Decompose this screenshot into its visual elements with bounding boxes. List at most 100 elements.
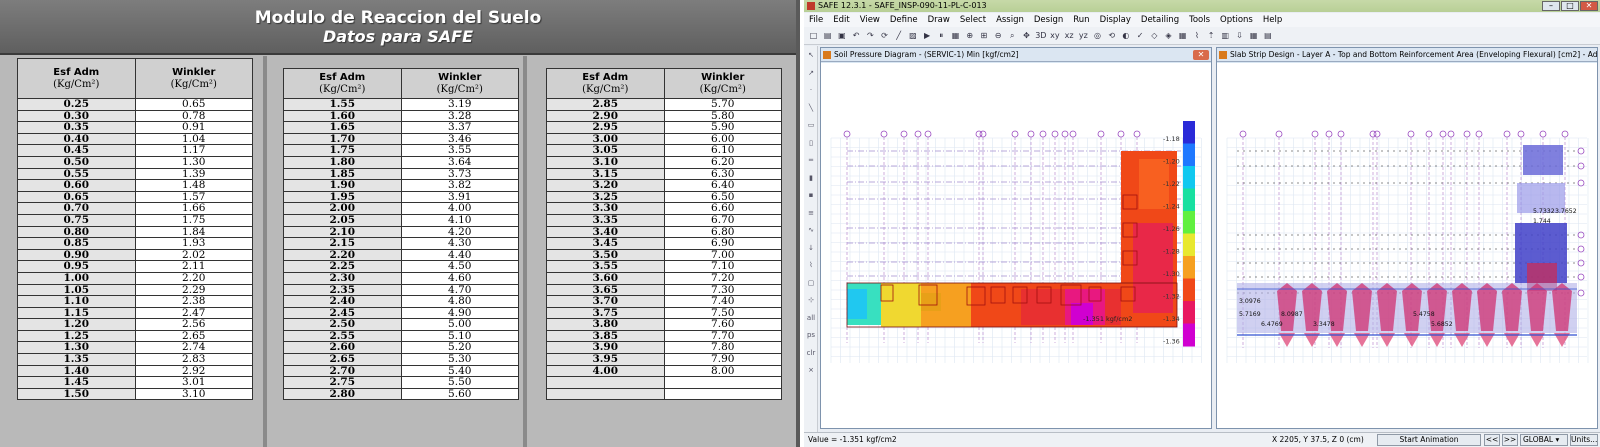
start-animation-button[interactable]: Start Animation [1377,434,1481,446]
esf-adm-cell: 3.45 [546,237,665,250]
draw-spring-icon[interactable]: ⌇ [806,260,816,270]
3d-view-icon[interactable]: 3D [1035,30,1046,41]
minimize-button[interactable]: – [1542,1,1560,11]
zoom-prev-icon[interactable]: ⌕ [1007,30,1018,41]
menu-run[interactable]: Run [1068,13,1094,27]
table-row: 3.60 7.20 [546,271,782,285]
run-icon[interactable]: ▶ [922,30,933,41]
slab-strip-canvas[interactable]: 5.7332 1.744 3.7652 3.0976 5.7169 8.0987 6.476… [1217,63,1597,428]
select-previous-icon[interactable]: ps [806,330,816,340]
winkler-cell: 4.00 [400,202,519,215]
object-icon[interactable]: ◇ [1149,30,1160,41]
display-icon[interactable]: ◐ [1120,30,1131,41]
close-button[interactable]: ✕ [1580,1,1598,11]
reaction-icon[interactable]: ⇩ [1234,30,1245,41]
deformed-icon[interactable]: ⌇ [1191,30,1202,41]
draw-point-icon[interactable]: · [806,85,816,95]
coordinate-system-select[interactable]: GLOBAL ▾ [1520,434,1568,446]
redo-icon[interactable]: ↷ [865,30,876,41]
run-model-icon[interactable]: ▦ [950,30,961,41]
xy-view-icon[interactable]: xy [1049,30,1060,41]
draw-opening-icon[interactable]: ▢ [806,278,816,288]
winkler-cell: 1.17 [134,144,253,157]
force-icon[interactable]: ⇡ [1206,30,1217,41]
esf-adm-header: Esf Adm (Kg/Cm²) [546,68,665,99]
grid-bubble [1577,245,1585,253]
menu-help[interactable]: Help [1258,13,1287,27]
lock-icon[interactable]: ▨ [907,30,918,41]
draw-icon[interactable]: ╱ [893,30,904,41]
zoom-in-icon[interactable]: ⊕ [964,30,975,41]
menu-draw[interactable]: Draw [923,13,955,27]
shadow-icon[interactable]: ◈ [1163,30,1174,41]
previous-button[interactable]: << [1484,434,1500,446]
pressure-contour [846,151,1178,328]
soil-pressure-pane[interactable]: Soil Pressure Diagram - (SERVIC-1) Min [… [820,47,1212,429]
menu-select[interactable]: Select [955,13,991,27]
menu-edit[interactable]: Edit [828,13,854,27]
menu-assign[interactable]: Assign [991,13,1029,27]
snap-icon[interactable]: ⊹ [806,295,816,305]
menu-tools[interactable]: Tools [1184,13,1215,27]
check-icon[interactable]: ✓ [1135,30,1146,41]
menu-display[interactable]: Display [1095,13,1136,27]
undo-icon[interactable]: ↶ [851,30,862,41]
slab-strip-diagram[interactable]: 5.7332 1.744 3.7652 3.0976 5.7169 8.0987 6.476… [1217,63,1597,428]
menu-design[interactable]: Design [1029,13,1068,27]
point-value-label: -1.351 kgf/cm2 [1083,315,1132,323]
select-intersect-icon[interactable]: ⨯ [806,365,816,375]
perspective-icon[interactable]: ◎ [1092,30,1103,41]
soil-pressure-diagram[interactable]: -1.351 kgf/cm2 -1.18 -1.20 -1.22 -1.24 -1.26 -… [821,63,1211,428]
refresh-icon[interactable]: ⟳ [879,30,890,41]
draw-slab-icon[interactable]: ▯ [806,138,816,148]
rotate-icon[interactable]: ⟲ [1106,30,1117,41]
menu-detailing[interactable]: Detailing [1136,13,1184,27]
draw-line-icon[interactable]: ╲ [806,103,816,113]
xz-view-icon[interactable]: xz [1064,30,1075,41]
winkler-cell: 5.80 [663,109,782,123]
grid-icon[interactable]: ▦ [1177,30,1188,41]
save-icon[interactable]: ▣ [836,30,847,41]
zoom-window-icon[interactable]: ⊞ [978,30,989,41]
draw-load-icon[interactable]: ↓ [806,243,816,253]
pause-icon[interactable]: ⏸ [936,30,947,41]
pane-close-button[interactable]: ✕ [1193,50,1209,60]
esf-adm-cell: 1.05 [17,283,136,297]
table-row: 3.05 6.10 [546,144,782,157]
draw-tendon-icon[interactable]: ∿ [806,225,816,235]
table-icon[interactable]: ▦ [1248,30,1259,41]
esf-adm-cell: 2.40 [283,295,402,308]
esf-adm-cell: 2.35 [283,283,402,297]
menu-file[interactable]: File [804,13,828,27]
menu-view[interactable]: View [855,13,885,27]
draw-area-icon[interactable]: ▭ [806,120,816,130]
select-all-icon[interactable]: all [806,313,816,323]
side-toolbar: ↖ ↗ · ╲ ▭ ▯ ═ ▮ ▪ ≡ ∿ ↓ ⌇ ▢ ⊹ all ps clr ⨯ [804,46,818,432]
reshape-icon[interactable]: ↗ [806,68,816,78]
clear-selection-icon[interactable]: clr [806,348,816,358]
draw-beam-icon[interactable]: ═ [806,155,816,165]
esf-adm-cell: 2.60 [283,341,402,355]
next-button[interactable]: >> [1502,434,1518,446]
draw-strip-icon[interactable]: ≡ [806,208,816,218]
yz-view-icon[interactable]: yz [1078,30,1089,41]
winkler-cell: 5.40 [400,364,519,378]
legend-value: -1.30 [1163,270,1180,278]
maximize-button[interactable]: □ [1561,1,1579,11]
soil-pressure-canvas[interactable]: -1.351 kgf/cm2 -1.18 -1.20 -1.22 -1.24 -1.26 -… [821,63,1211,428]
zoom-out-icon[interactable]: ⊖ [993,30,1004,41]
draw-wall-icon[interactable]: ▮ [806,173,816,183]
units-button[interactable]: Units... [1570,434,1598,446]
table-row: 1.75 3.55 [283,144,519,157]
draw-column-icon[interactable]: ▪ [806,190,816,200]
pan-icon[interactable]: ✥ [1021,30,1032,41]
open-icon[interactable]: ▤ [822,30,833,41]
slab-strip-pane[interactable]: Slab Strip Design - Layer A - Top and Bo… [1216,47,1598,429]
strip-icon[interactable]: ▥ [1220,30,1231,41]
new-file-icon[interactable]: □ [808,30,819,41]
pointer-icon[interactable]: ↖ [806,50,816,60]
sheet-icon[interactable]: ▤ [1262,30,1273,41]
menu-define[interactable]: Define [885,13,923,27]
table-row: 2.40 4.80 [283,295,519,308]
menu-options[interactable]: Options [1215,13,1258,27]
